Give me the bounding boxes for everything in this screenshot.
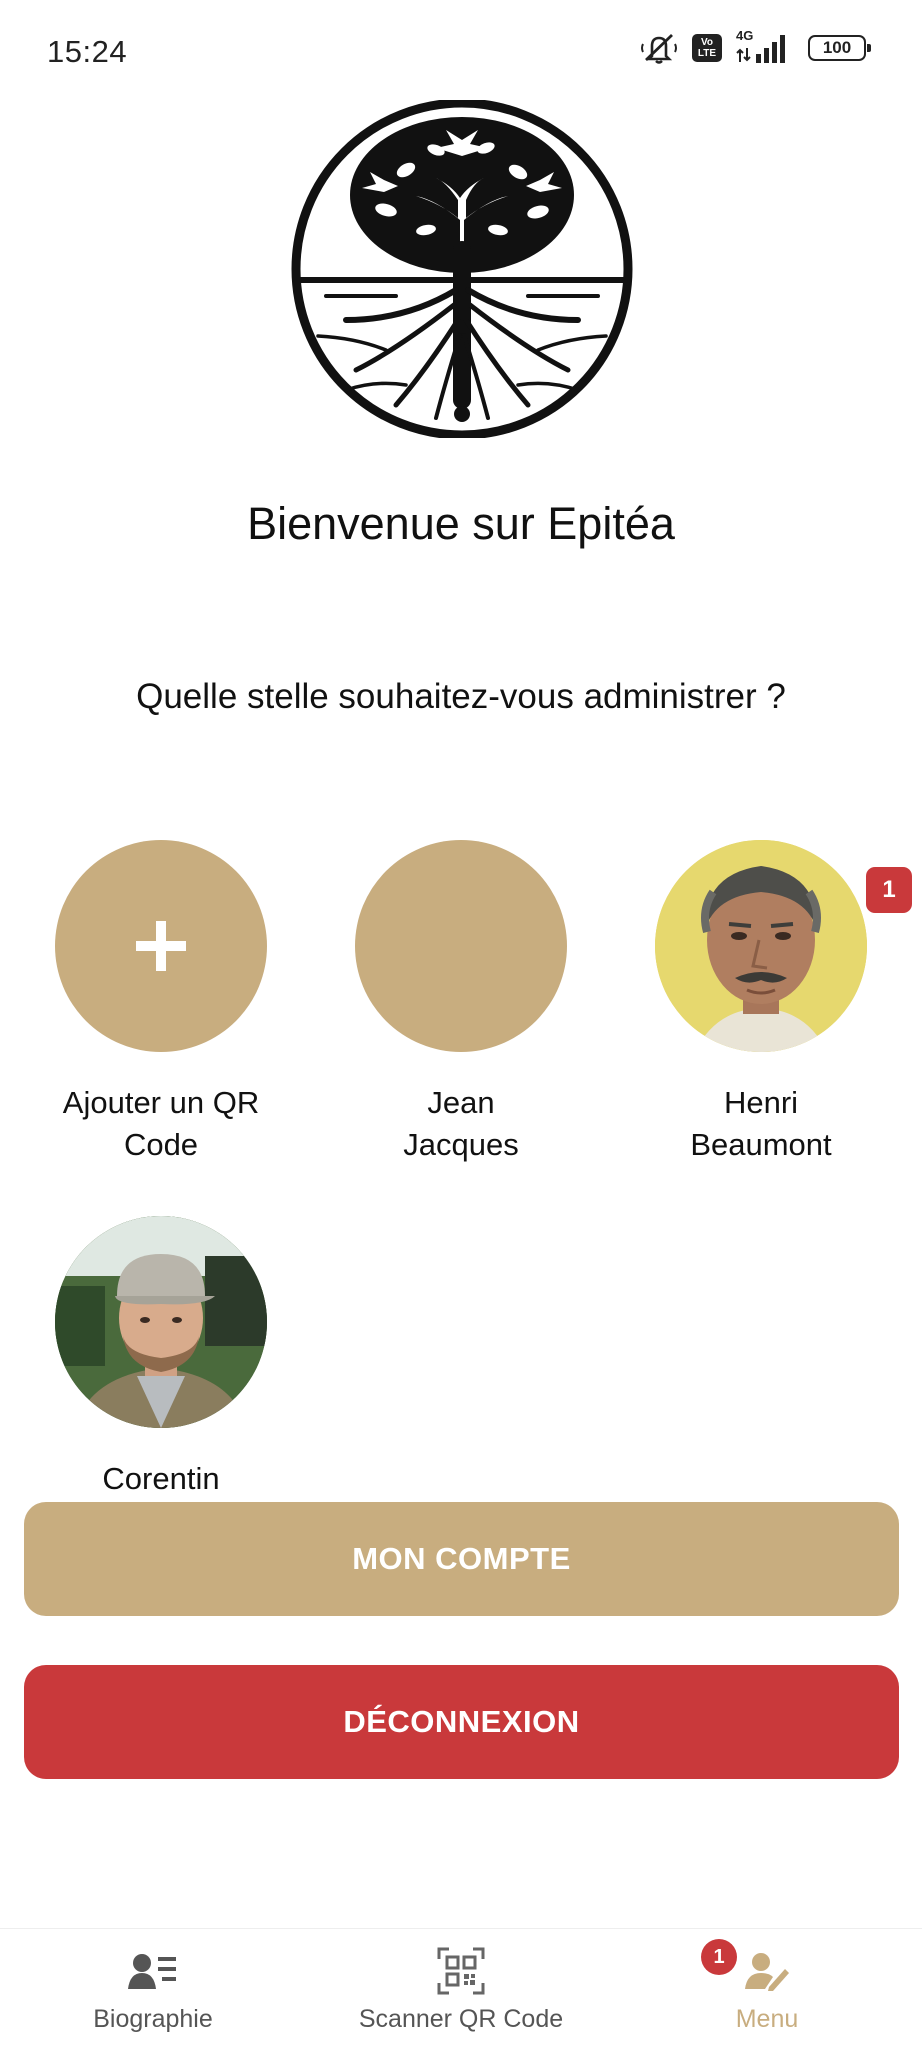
add-qr-code-circle[interactable]	[55, 840, 267, 1052]
signal-icon	[736, 35, 785, 63]
nav-item-biographie[interactable]: Biographie	[3, 1943, 303, 2034]
stelle-label: Ajouter un QR Code	[62, 1085, 260, 1162]
avatar[interactable]	[655, 840, 867, 1052]
nav-item-menu[interactable]: 1 Menu	[617, 1939, 917, 2034]
tree-of-life-logo	[291, 100, 633, 438]
person-edit-icon: 1	[617, 1939, 917, 1999]
signal-indicator: 4G	[736, 28, 794, 64]
status-icons: Vo LTE 4G 100	[640, 28, 871, 64]
avatar[interactable]	[55, 1216, 267, 1428]
notification-badge: 1	[701, 1939, 737, 1975]
nav-label: Biographie	[93, 2005, 213, 2033]
admin-question: Quelle stelle souhaitez-vous administrer…	[136, 677, 786, 716]
home-screen: 15:24 Vo LTE 4G 100 Bienvenue sur Epitéa…	[0, 0, 922, 2048]
person-list-icon	[3, 1943, 303, 1999]
qr-code-icon	[311, 1943, 611, 1999]
plus-icon	[136, 921, 186, 971]
logout-button[interactable]: DÉCONNEXION	[24, 1665, 899, 1779]
stelle-avatar[interactable]	[355, 840, 567, 1052]
welcome-title: Bienvenue sur Epitéa	[247, 498, 675, 549]
status-bar: 15:24 Vo LTE 4G 100	[0, 0, 922, 104]
nav-label: Menu	[735, 2005, 799, 2033]
stelle-label: Jean Jacques	[403, 1085, 519, 1162]
battery-icon: 100	[808, 35, 871, 61]
bottom-navigation: Biographie Scanner QR Code 1 Menu	[0, 1928, 922, 2048]
nav-item-scanner[interactable]: Scanner QR Code	[311, 1943, 611, 2034]
nav-label: Scanner QR Code	[358, 2005, 564, 2033]
elderly-man-photo	[655, 840, 867, 1052]
status-time: 15:24	[47, 34, 128, 69]
stelle-jean-jacques[interactable]: Jean Jacques	[331, 840, 591, 1166]
man-with-cap-photo	[55, 1216, 267, 1428]
my-account-button[interactable]: MON COMPTE	[24, 1502, 899, 1616]
stelle-henri-beaumont[interactable]: 1 Henri Beaumont	[631, 840, 912, 1166]
stelle-label: Henri Beaumont	[690, 1085, 832, 1162]
add-qr-code-tile[interactable]: Ajouter un QR Code	[31, 840, 291, 1166]
stelle-label: Corentin	[102, 1461, 220, 1496]
mute-icon	[641, 33, 677, 64]
stelle-corentin[interactable]: Corentin	[31, 1216, 291, 1500]
notification-badge: 1	[866, 867, 912, 913]
volte-icon: Vo LTE	[692, 34, 722, 62]
